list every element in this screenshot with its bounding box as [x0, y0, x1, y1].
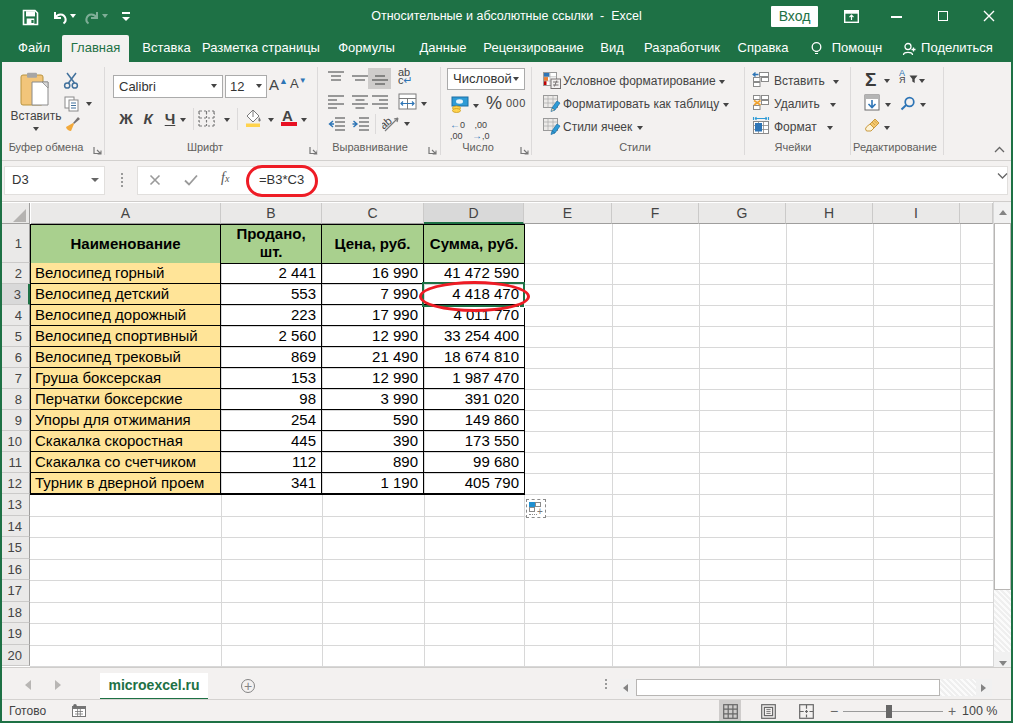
svg-text:ab: ab [382, 114, 394, 131]
